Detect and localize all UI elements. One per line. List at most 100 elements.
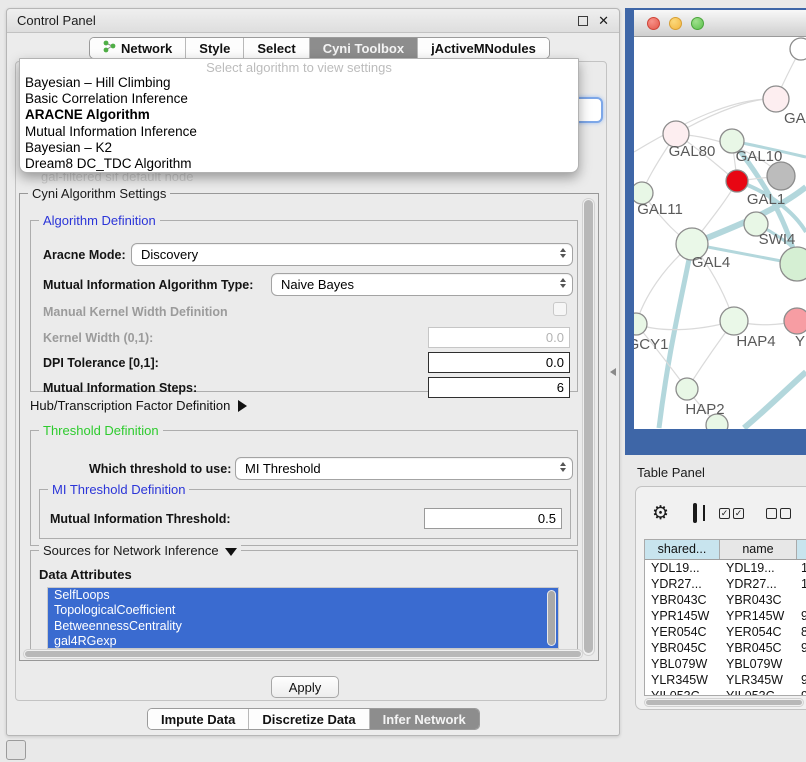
columns-icon[interactable] [693, 503, 697, 523]
network-node-unlabeled-top[interactable] [790, 38, 806, 60]
mi-type-label: Mutual Information Algorithm Type: [43, 278, 253, 292]
column-header-3[interactable] [797, 540, 806, 559]
settings-vertical-scrollbar[interactable] [582, 198, 595, 656]
control-panel-window: Control Panel ✕ Network Style Select Cyn… [6, 8, 620, 736]
mi-threshold-field[interactable] [424, 508, 562, 529]
node-label-gcy1: GCY1 [634, 336, 668, 353]
node-label-gal4: GAL4 [692, 254, 730, 271]
sources-title[interactable]: Sources for Network Inference [39, 543, 241, 558]
column-header-shared[interactable]: shared... [645, 540, 720, 559]
aracne-mode-combo[interactable]: Discovery [131, 243, 573, 266]
tab-impute-data[interactable]: Impute Data [148, 709, 248, 729]
collapsed-panel-icon[interactable] [6, 740, 26, 760]
dropdown-item-dream8[interactable]: Dream8 DC_TDC Algorithm [20, 156, 578, 172]
dropdown-item-basic-correlation[interactable]: Basic Correlation Inference [20, 91, 578, 107]
kernel-width-field[interactable] [428, 327, 570, 348]
table-row[interactable]: YBR045CYBR045C9. [645, 640, 806, 656]
algorithm-dropdown-popup: Select algorithm to view settings Bayesi… [19, 58, 579, 173]
algorithm-definition-title: Algorithm Definition [39, 213, 160, 228]
network-node-salmon[interactable] [784, 308, 806, 334]
dropdown-item-bayesian-hill[interactable]: Bayesian – Hill Climbing [20, 75, 578, 91]
table-row[interactable]: YBR043CYBR043C [645, 592, 806, 608]
table-row[interactable]: YLR345WYLR345W9. [645, 672, 806, 688]
network-node-gal1[interactable] [726, 170, 748, 192]
dropdown-item-aracne[interactable]: ARACNE Algorithm [20, 107, 578, 123]
table-row[interactable]: YDR27...YDR27...12 [645, 576, 806, 592]
attribute-item-selfloops[interactable]: SelfLoops [48, 588, 558, 603]
stepper-arrows-icon [560, 462, 566, 472]
table-panel-title: Table Panel [637, 465, 705, 480]
apply-button[interactable]: Apply [271, 676, 339, 698]
stepper-arrows-icon [560, 248, 566, 258]
network-canvas[interactable]: GAL GAL80 GAL10 GAL1 GAL11 SWI4 GAL4 GCY… [634, 37, 806, 429]
attribute-item-gal4rgexp[interactable]: gal4RGexp [48, 634, 558, 649]
network-node-gal7[interactable] [763, 86, 789, 112]
tab-select-label: Select [257, 41, 295, 56]
mi-steps-label: Mutual Information Steps: [43, 381, 197, 395]
table-row[interactable]: YDL19...YDL19...13 [645, 560, 806, 576]
attributes-scrollbar[interactable] [547, 590, 556, 646]
which-threshold-combo[interactable]: MI Threshold [235, 457, 573, 480]
table-row[interactable]: YBL079WYBL079W [645, 656, 806, 672]
which-threshold-value: MI Threshold [245, 461, 321, 476]
manual-kernel-checkbox[interactable] [553, 302, 567, 316]
tab-jactivemnodules[interactable]: jActiveMNodules [417, 38, 549, 58]
close-traffic-light-icon[interactable] [647, 17, 660, 30]
table-panel-body: ⚙ ✓ ✓ shared... name YDL19...YDL [635, 486, 806, 710]
sources-group: Sources for Network Inference Data Attri… [30, 550, 578, 654]
zoom-traffic-light-icon[interactable] [691, 17, 704, 30]
dpi-tolerance-field[interactable] [428, 352, 570, 373]
table-row[interactable]: YPR145WYPR145W9. [645, 608, 806, 624]
table-horizontal-scrollbar[interactable] [644, 698, 804, 707]
tab-discretize-data[interactable]: Discretize Data [248, 709, 368, 729]
tab-network[interactable]: Network [90, 38, 185, 58]
table-row[interactable]: YER054CYER054C8. [645, 624, 806, 640]
minimize-traffic-light-icon[interactable] [669, 17, 682, 30]
threshold-definition-group: Threshold Definition Which threshold to … [30, 430, 578, 546]
network-node-hap4[interactable] [720, 307, 748, 335]
manual-kernel-label: Manual Kernel Width Definition [43, 305, 228, 319]
deselect-all-rows-icon[interactable] [766, 508, 791, 519]
gear-icon[interactable]: ⚙ [652, 502, 669, 524]
hub-definition-expander[interactable]: Hub/Transcription Factor Definition [30, 398, 247, 413]
network-node-hap2[interactable] [676, 378, 698, 400]
tab-network-label: Network [121, 41, 172, 56]
attribute-item-topological[interactable]: TopologicalCoefficient [48, 603, 558, 618]
mi-steps-field[interactable] [428, 377, 570, 398]
tab-infer-network[interactable]: Infer Network [369, 709, 479, 729]
close-icon[interactable]: ✕ [598, 16, 609, 26]
tab-select[interactable]: Select [243, 38, 308, 58]
table-body: YDL19...YDL19...13 YDR27...YDR27...12 YB… [645, 560, 806, 696]
node-label-gal7: GAL [784, 110, 806, 127]
network-window-titlebar[interactable] [634, 10, 806, 37]
dropdown-item-mutual-information[interactable]: Mutual Information Inference [20, 124, 578, 140]
node-label-gal80: GAL80 [669, 143, 716, 160]
mi-threshold-definition-group: MI Threshold Definition Mutual Informati… [39, 489, 571, 539]
select-all-rows-icon[interactable]: ✓ ✓ [719, 508, 744, 519]
dropdown-item-bayesian-k2[interactable]: Bayesian – K2 [20, 140, 578, 156]
table-row[interactable]: YIL053CYIL053C9. [645, 688, 806, 696]
tab-style[interactable]: Style [185, 38, 243, 58]
data-attributes-label: Data Attributes [39, 567, 132, 582]
attribute-item-betweenness[interactable]: BetweennessCentrality [48, 619, 558, 634]
float-window-icon[interactable] [578, 16, 588, 26]
tab-jactivemnodules-label: jActiveMNodules [431, 41, 536, 56]
network-node-gcy1[interactable] [634, 313, 647, 335]
desktop: Control Panel ✕ Network Style Select Cyn… [0, 0, 806, 762]
settings-horizontal-scrollbar[interactable] [23, 649, 583, 659]
node-label-gal10: GAL10 [736, 148, 783, 165]
node-label-hap2: HAP2 [685, 401, 724, 418]
panel-collapse-arrow[interactable] [610, 368, 616, 376]
mi-type-combo[interactable]: Naive Bayes [271, 273, 573, 296]
network-node-big-green[interactable] [780, 247, 806, 281]
column-header-name[interactable]: name [720, 540, 797, 559]
data-attributes-list[interactable]: SelfLoops TopologicalCoefficient Between… [47, 587, 559, 649]
node-label-gal1: GAL1 [747, 191, 785, 208]
control-panel-title: Control Panel [17, 13, 96, 28]
mi-threshold-label: Mutual Information Threshold: [50, 512, 231, 526]
network-node-gray[interactable] [767, 162, 795, 190]
tab-cyni-toolbox[interactable]: Cyni Toolbox [309, 38, 417, 58]
tab-discretize-data-label: Discretize Data [262, 712, 355, 727]
algorithm-definition-group: Algorithm Definition Aracne Mode: Discov… [30, 220, 578, 392]
table-toolbar: ⚙ ✓ ✓ [636, 493, 806, 533]
